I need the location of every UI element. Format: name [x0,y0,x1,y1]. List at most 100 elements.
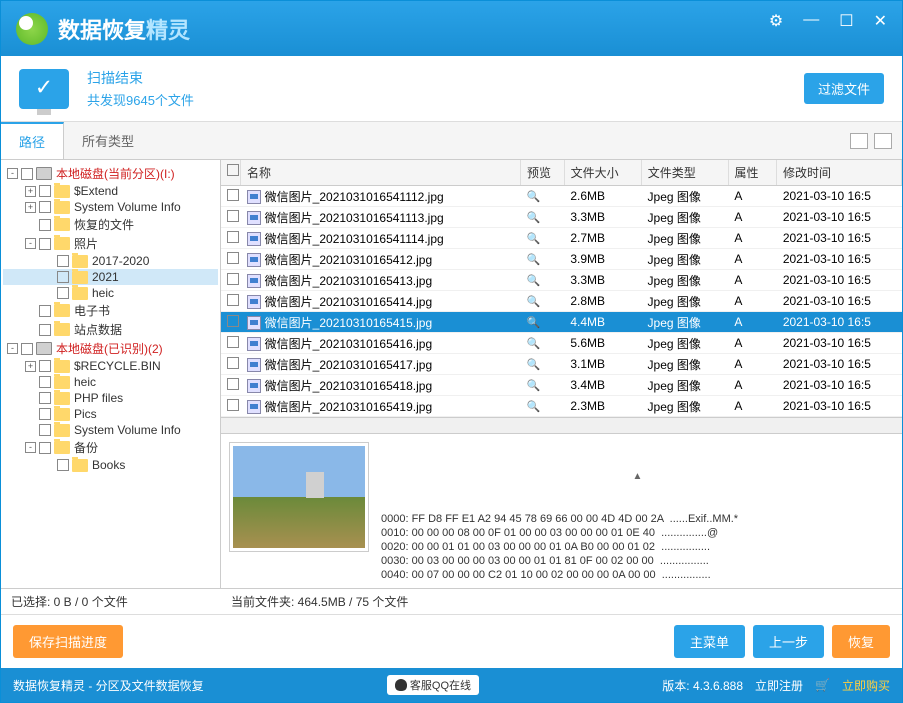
file-row[interactable]: 微信图片_20210310165416.jpg🔍5.6MBJpeg 图像A202… [221,333,902,354]
tab-all-types[interactable]: 所有类型 [64,123,152,158]
tree-node[interactable]: PHP files [3,390,218,406]
checkbox[interactable] [39,201,51,213]
file-list[interactable]: 微信图片_2021031016541112.jpg🔍2.6MBJpeg 图像A2… [221,186,902,417]
register-link[interactable]: 立即注册 [755,677,803,694]
col-check[interactable] [221,160,241,185]
magnifier-icon[interactable]: 🔍 [527,191,541,203]
folder-tree[interactable]: -本地磁盘(当前分区)(I:)+$Extend+System Volume In… [1,160,221,588]
checkbox[interactable] [227,378,239,390]
col-size[interactable]: 文件大小 [565,160,642,185]
tree-node[interactable]: 2021 [3,269,218,285]
magnifier-icon[interactable]: 🔍 [527,296,541,308]
minimize-button[interactable]: — [803,11,819,31]
checkbox[interactable] [39,185,51,197]
checkbox[interactable] [227,399,239,411]
prev-step-button[interactable]: 上一步 [753,625,824,658]
expander-icon[interactable]: - [25,442,36,453]
tree-node[interactable]: 2017-2020 [3,253,218,269]
tab-path[interactable]: 路径 [1,122,64,159]
col-type[interactable]: 文件类型 [642,160,729,185]
file-row[interactable]: 微信图片_20210310165415.jpg🔍4.4MBJpeg 图像A202… [221,312,902,333]
magnifier-icon[interactable]: 🔍 [527,212,541,224]
magnifier-icon[interactable]: 🔍 [527,380,541,392]
tree-node[interactable]: heic [3,374,218,390]
collapse-up-icon[interactable]: ▲ [381,470,894,484]
col-name[interactable]: 名称 [241,160,521,185]
magnifier-icon[interactable]: 🔍 [527,317,541,329]
file-row[interactable]: 微信图片_20210310165418.jpg🔍3.4MBJpeg 图像A202… [221,375,902,396]
tree-node[interactable]: 电子书 [3,301,218,320]
main-menu-button[interactable]: 主菜单 [674,625,745,658]
expander-icon[interactable]: - [25,238,36,249]
view-grid-icon[interactable] [850,133,868,149]
magnifier-icon[interactable]: 🔍 [527,359,541,371]
checkbox[interactable] [39,442,51,454]
col-attr[interactable]: 属性 [729,160,777,185]
checkbox[interactable] [57,459,69,471]
checkbox[interactable] [39,408,51,420]
checkbox[interactable] [39,360,51,372]
checkbox[interactable] [21,168,33,180]
file-row[interactable]: 微信图片_20210310165419.jpg🔍2.3MBJpeg 图像A202… [221,396,902,417]
checkbox[interactable] [39,305,51,317]
checkbox[interactable] [227,315,239,327]
horizontal-scrollbar[interactable] [221,417,902,433]
checkbox[interactable] [21,343,33,355]
checkbox[interactable] [57,255,69,267]
maximize-button[interactable]: ☐ [839,11,853,31]
col-date[interactable]: 修改时间 [777,160,902,185]
file-row[interactable]: 微信图片_2021031016541113.jpg🔍3.3MBJpeg 图像A2… [221,207,902,228]
file-row[interactable]: 微信图片_20210310165417.jpg🔍3.1MBJpeg 图像A202… [221,354,902,375]
magnifier-icon[interactable]: 🔍 [527,338,541,350]
checkbox[interactable] [227,189,239,201]
close-button[interactable]: ✕ [874,11,887,31]
tree-node[interactable]: -备份 [3,438,218,457]
buy-now-link[interactable]: 立即购买 [842,677,890,694]
tree-node[interactable]: heic [3,285,218,301]
magnifier-icon[interactable]: 🔍 [527,275,541,287]
checkbox[interactable] [39,376,51,388]
tree-node[interactable]: 恢复的文件 [3,215,218,234]
checkbox[interactable] [227,357,239,369]
checkbox[interactable] [39,392,51,404]
view-list-icon[interactable] [874,133,892,149]
checkbox[interactable] [227,252,239,264]
tree-node[interactable]: -本地磁盘(当前分区)(I:) [3,164,218,183]
checkbox[interactable] [227,231,239,243]
expander-icon[interactable]: - [7,168,18,179]
magnifier-icon[interactable]: 🔍 [527,254,541,266]
expander-icon[interactable]: + [25,186,36,197]
qq-support-button[interactable]: 客服QQ在线 [387,675,479,695]
tree-node[interactable]: Books [3,457,218,473]
checkbox[interactable] [39,324,51,336]
magnifier-icon[interactable]: 🔍 [527,401,541,413]
checkbox[interactable] [57,271,69,283]
expander-icon[interactable]: - [7,343,18,354]
col-preview[interactable]: 预览 [521,160,565,185]
checkbox[interactable] [39,238,51,250]
tree-node[interactable]: Pics [3,406,218,422]
checkbox[interactable] [227,336,239,348]
file-row[interactable]: 微信图片_2021031016541112.jpg🔍2.6MBJpeg 图像A2… [221,186,902,207]
tree-node[interactable]: System Volume Info [3,422,218,438]
filter-files-button[interactable]: 过滤文件 [804,73,884,104]
expander-icon[interactable]: + [25,202,36,213]
recover-button[interactable]: 恢复 [832,625,890,658]
titlebar[interactable]: 数据恢复精灵 ⚙ — ☐ ✕ [1,1,902,56]
expander-icon[interactable]: + [25,361,36,372]
file-row[interactable]: 微信图片_20210310165414.jpg🔍2.8MBJpeg 图像A202… [221,291,902,312]
checkbox[interactable] [57,287,69,299]
settings-icon[interactable]: ⚙ [769,11,783,31]
tree-node[interactable]: +$RECYCLE.BIN [3,358,218,374]
save-progress-button[interactable]: 保存扫描进度 [13,625,123,658]
checkbox[interactable] [39,219,51,231]
checkbox[interactable] [227,294,239,306]
file-row[interactable]: 微信图片_20210310165413.jpg🔍3.3MBJpeg 图像A202… [221,270,902,291]
tree-node[interactable]: +System Volume Info [3,199,218,215]
file-row[interactable]: 微信图片_2021031016541114.jpg🔍2.7MBJpeg 图像A2… [221,228,902,249]
checkbox[interactable] [227,210,239,222]
tree-node[interactable]: +$Extend [3,183,218,199]
tree-node[interactable]: -本地磁盘(已识别)(2) [3,339,218,358]
checkbox[interactable] [227,273,239,285]
tree-node[interactable]: -照片 [3,234,218,253]
